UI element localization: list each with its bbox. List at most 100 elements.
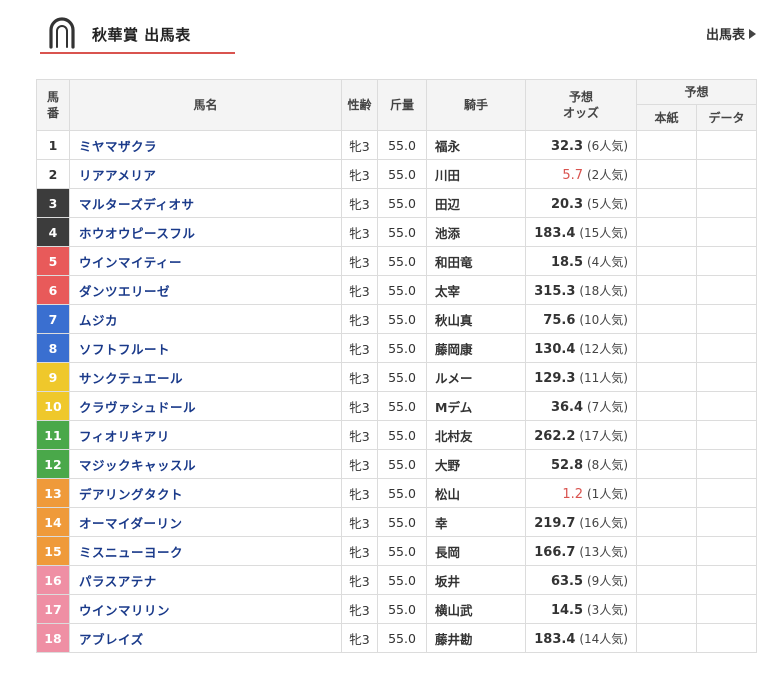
jockey: 川田 [426,159,526,189]
table-row: 13 デアリングタクト 牝3 55.0 松山 1.2 (1人気) [36,478,758,508]
odds-cell: 166.7 (13人気) [525,536,637,566]
col-header-jockey: 騎手 [426,79,526,131]
prediction-data [695,188,758,218]
popularity: (10人気) [579,312,628,327]
prediction-paper [636,333,697,363]
jockey: 長岡 [426,536,526,566]
prediction-data [695,420,758,450]
odds-cell: 32.3 (6人気) [525,130,637,160]
prediction-data [695,507,758,537]
horse-name-cell: オーマイダーリン [69,507,342,537]
horse-name-cell: ウインマイティー [69,246,342,276]
sex-age: 牝3 [341,246,378,276]
jockey: 坂井 [426,565,526,595]
sex-age: 牝3 [341,391,378,421]
horse-name-link[interactable]: ダンツエリーゼ [79,284,170,299]
carried-weight: 55.0 [377,188,427,218]
odds-value: 75.6 [543,312,576,328]
horse-name-link[interactable]: クラヴァシュドール [79,400,196,415]
prediction-paper [636,565,697,595]
jockey: Mデム [426,391,526,421]
prediction-data [695,159,758,189]
table-row: 4 ホウオウピースフル 牝3 55.0 池添 183.4 (15人気) [36,217,758,247]
horse-name-link[interactable]: ムジカ [79,313,118,328]
popularity: (13人気) [579,544,628,559]
popularity: (11人気) [579,370,628,385]
horse-name-link[interactable]: マルターズディオサ [79,197,195,212]
table-row: 11 フィオリキアリ 牝3 55.0 北村友 262.2 (17人気) [36,420,758,450]
horse-number: 14 [36,507,70,537]
sex-age: 牝3 [341,623,378,653]
prediction-paper [636,246,697,276]
jockey: 福永 [426,130,526,160]
popularity: (5人気) [587,196,628,211]
odds-cell: 14.5 (3人気) [525,594,637,624]
sex-age: 牝3 [341,159,378,189]
race-card-link[interactable]: 出馬表 [706,24,756,43]
horse-number: 17 [36,594,70,624]
popularity: (16人気) [579,515,628,530]
horse-name-cell: ウインマリリン [69,594,342,624]
prediction-data [695,478,758,508]
col-header-num: 馬番 [36,79,70,131]
horse-name-link[interactable]: サンクテュエール [79,371,183,386]
odds-value: 1.2 [562,486,584,502]
sex-age: 牝3 [341,594,378,624]
horse-name-link[interactable]: フィオリキアリ [79,429,170,444]
sex-age: 牝3 [341,478,378,508]
prediction-data [695,246,758,276]
horse-number: 9 [36,362,70,392]
horse-name-link[interactable]: マジックキャッスル [79,458,196,473]
jockey: 田辺 [426,188,526,218]
odds-value: 262.2 [534,428,576,444]
odds-value: 14.5 [550,602,584,618]
table-row: 16 パラスアテナ 牝3 55.0 坂井 63.5 (9人気) [36,565,758,595]
jockey: 大野 [426,449,526,479]
horse-name-link[interactable]: ホウオウピースフル [79,226,195,241]
col-header-prediction: 予想 [635,79,758,105]
carried-weight: 55.0 [377,217,427,247]
col-header-pred-data: データ [695,104,758,131]
odds-cell: 183.4 (14人気) [525,623,637,653]
jockey: 幸 [426,507,526,537]
jockey: 秋山真 [426,304,526,334]
popularity: (4人気) [587,254,628,269]
sex-age: 牝3 [341,304,378,334]
col-header-weight: 斤量 [377,79,427,131]
odds-value: 219.7 [534,515,576,531]
odds-value: 129.3 [534,370,576,386]
odds-cell: 219.7 (16人気) [525,507,637,537]
odds-cell: 36.4 (7人気) [525,391,637,421]
jockey: 松山 [426,478,526,508]
horse-name-cell: ミヤマザクラ [69,130,342,160]
horse-number: 18 [36,623,70,653]
odds-cell: 20.3 (5人気) [525,188,637,218]
prediction-data [695,217,758,247]
horse-number: 5 [36,246,70,276]
horse-name-link[interactable]: ミヤマザクラ [79,139,157,154]
horse-name-link[interactable]: ウインマイティー [79,255,182,270]
horse-name-cell: マジックキャッスル [69,449,342,479]
horse-number: 3 [36,188,70,218]
horse-name-link[interactable]: パラスアテナ [79,574,157,589]
triangle-right-icon [749,29,756,39]
table-row: 17 ウインマリリン 牝3 55.0 横山武 14.5 (3人気) [36,594,758,624]
sex-age: 牝3 [341,217,378,247]
horse-name-link[interactable]: オーマイダーリン [79,516,183,531]
odds-value: 20.3 [550,196,584,212]
horse-name-cell: フィオリキアリ [69,420,342,450]
prediction-paper [636,217,697,247]
odds-cell: 183.4 (15人気) [525,217,637,247]
horse-name-link[interactable]: ミスニューヨーク [79,545,183,560]
sex-age: 牝3 [341,536,378,566]
horse-name-link[interactable]: ソフトフルート [79,342,170,357]
jockey: 池添 [426,217,526,247]
popularity: (7人気) [587,399,628,414]
odds-value: 183.4 [534,225,576,241]
horse-name-link[interactable]: リアアメリア [79,168,156,183]
horse-name-link[interactable]: アブレイズ [79,632,144,647]
horse-name-link[interactable]: ウインマリリン [79,603,170,618]
jockey: 横山武 [426,594,526,624]
popularity: (18人気) [579,283,628,298]
horse-name-link[interactable]: デアリングタクト [79,487,183,502]
